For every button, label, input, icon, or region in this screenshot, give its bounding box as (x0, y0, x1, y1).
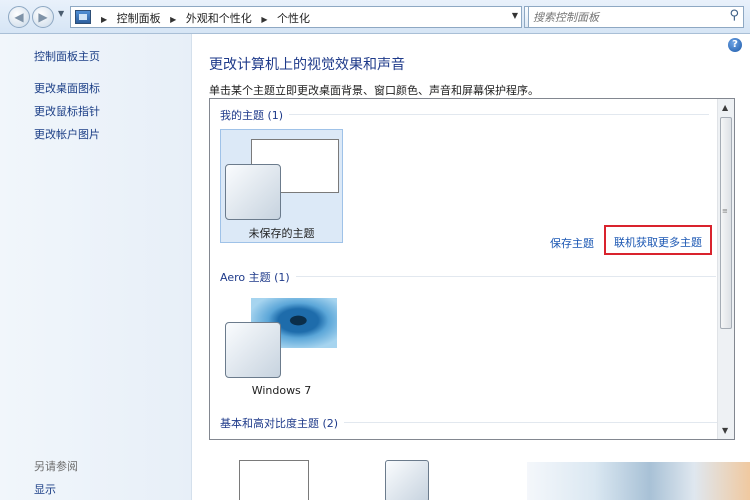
nav-link-change-account-picture[interactable]: 更改帐户图片 (34, 126, 100, 142)
group-header-aero-themes: Aero 主题 (1) (220, 271, 714, 284)
theme-color-preview (225, 322, 281, 378)
address-dropdown-icon[interactable]: ▼ (512, 11, 518, 20)
group-header-my-themes: 我的主题 (1) (220, 109, 710, 122)
desktop-background-strip (209, 452, 750, 500)
theme-name-unsaved: 未保存的主题 (248, 227, 315, 240)
breadcrumb-separator-icon[interactable]: ▶ (170, 15, 176, 24)
scroll-down-icon[interactable]: ▼ (722, 426, 728, 435)
recent-pages-dropdown[interactable]: ▼ (58, 9, 64, 18)
get-more-themes-online-highlight: 联机获取更多主题 (604, 225, 712, 255)
search-icon[interactable]: ⚲ (729, 8, 739, 23)
page-title: 更改计算机上的视觉效果和声音 (209, 57, 405, 73)
breadcrumb-separator-icon[interactable]: ▶ (101, 15, 107, 24)
desktop-background-thumb[interactable] (239, 460, 309, 500)
main-content: ? 更改计算机上的视觉效果和声音 单击某个主题立即更改桌面背景、窗口颜色、声音和… (193, 34, 750, 500)
breadcrumb-appearance[interactable]: 外观和个性化 (186, 12, 252, 25)
theme-list: 我的主题 (1) 未保存的主题 保存主题 联机获取更多主题 Aero 主题 (1… (209, 98, 735, 440)
see-also-link-display[interactable]: 显示 (34, 481, 56, 497)
breadcrumb-separator-icon[interactable]: ▶ (261, 15, 267, 24)
scroll-up-icon[interactable]: ▲ (722, 103, 728, 112)
scroll-grip-icon: ≡ (722, 207, 728, 215)
forward-button[interactable]: ▶ (32, 6, 54, 28)
see-also-heading: 另请参阅 (34, 460, 78, 473)
search-box[interactable]: ⚲ (528, 6, 744, 28)
back-button[interactable]: ◀ (8, 6, 30, 28)
left-nav-pane: 控制面板主页 更改桌面图标 更改鼠标指针 更改帐户图片 另请参阅 显示 (0, 34, 192, 500)
theme-tile-unsaved[interactable]: 未保存的主题 (220, 129, 343, 243)
scrollbar-thumb[interactable] (720, 117, 732, 329)
theme-color-preview (225, 164, 281, 220)
theme-name-windows7: Windows 7 (251, 384, 312, 397)
address-bar[interactable]: ▶ 控制面板 ▶ 外观和个性化 ▶ 个性化 ▼ (70, 6, 522, 28)
page-subtitle: 单击某个主题立即更改桌面背景、窗口颜色、声音和屏幕保护程序。 (209, 84, 539, 97)
nav-link-change-mouse-pointers[interactable]: 更改鼠标指针 (34, 103, 100, 119)
navigation-bar: ◀ ▶ ▼ ▶ 控制面板 ▶ 外观和个性化 ▶ 个性化 ▼ ⟳ ⚲ (0, 0, 750, 34)
breadcrumb: ▶ 控制面板 ▶ 外观和个性化 ▶ 个性化 (95, 10, 310, 26)
get-more-themes-online-link[interactable]: 联机获取更多主题 (614, 234, 702, 250)
search-input[interactable] (533, 10, 713, 24)
save-theme-link[interactable]: 保存主题 (550, 235, 594, 251)
desktop-background-photo[interactable] (527, 462, 750, 500)
nav-link-control-panel-home[interactable]: 控制面板主页 (34, 48, 100, 64)
group-header-basic-themes: 基本和高对比度主题 (2) (220, 417, 734, 430)
breadcrumb-control-panel[interactable]: 控制面板 (117, 12, 161, 25)
breadcrumb-personalization[interactable]: 个性化 (277, 12, 310, 25)
window-color-thumb[interactable] (385, 460, 429, 500)
nav-link-change-desktop-icons[interactable]: 更改桌面图标 (34, 80, 100, 96)
help-icon[interactable]: ? (728, 38, 742, 52)
theme-tile-windows7[interactable]: Windows 7 (220, 291, 343, 405)
theme-list-scrollbar[interactable]: ▲ ≡ ▼ (717, 99, 734, 439)
control-panel-icon (75, 10, 91, 24)
